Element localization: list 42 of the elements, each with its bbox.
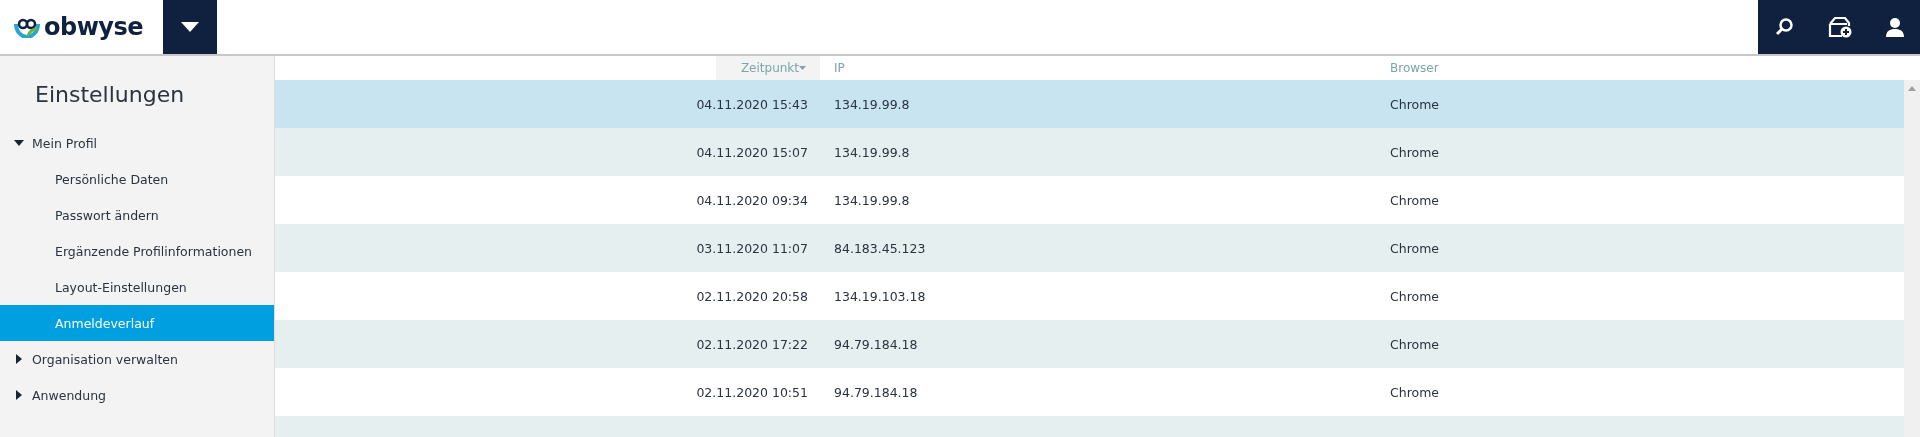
table-row[interactable]: 04.11.2020 15:07 134.19.99.8 Chrome (275, 128, 1904, 176)
logo-icon (14, 16, 40, 38)
table-cell-text: Chrome (1389, 240, 1441, 256)
table-cell-text: Chrome (1389, 384, 1441, 400)
table-cell-text: 134.19.99.8 (833, 96, 911, 112)
table-cell-text: 134.19.103.18 (833, 288, 927, 304)
table-cell-text: 134.19.99.8 (833, 192, 911, 208)
table-cell-text: Chrome (1389, 288, 1441, 304)
table-cell-text: 04.11.2020 09:34 (695, 192, 809, 208)
table-cell-text: Chrome (1389, 96, 1441, 112)
table-cell-text: 02.11.2020 10:51 (695, 384, 809, 400)
sidebar-item[interactable]: Layout-Einstellungen (0, 269, 274, 305)
table-cell-text: 02.11.2020 17:22 (695, 336, 809, 352)
table-row[interactable]: 03.11.2020 11:07 84.183.45.123 Chrome (275, 224, 1904, 272)
table-cell-text: 02.11.2020 20:58 (695, 288, 809, 304)
table-cell-text: Chrome (1389, 192, 1441, 208)
table-cell-text: 134.19.99.8 (833, 144, 911, 160)
caret-right-icon (14, 390, 24, 400)
sidebar-item[interactable]: Anwendung (0, 377, 274, 413)
table-cell-text: 84.183.45.123 (833, 240, 927, 256)
table-cell-text: 94.79.184.18 (833, 336, 919, 352)
sidebar-item[interactable]: Persönliche Daten (0, 161, 274, 197)
sidebar-item[interactable]: Passwort ändern (0, 197, 274, 233)
sidebar-title: Einstellungen (34, 81, 186, 109)
sort-caret-icon (799, 66, 806, 70)
table-cell-text: 94.79.184.18 (833, 384, 919, 400)
sidebar-item[interactable]: Ergänzende Profilinformationen (0, 233, 274, 269)
caret-down-icon (181, 22, 199, 32)
table-row[interactable]: 02.11.2020 17:22 94.79.184.18 Chrome (275, 320, 1904, 368)
menu-dropdown-button[interactable] (163, 0, 217, 54)
table-cell-text: Chrome (1389, 336, 1441, 352)
table-cell-text: Chrome (1389, 144, 1441, 160)
sidebar-item[interactable]: Mein Profil (0, 125, 274, 161)
table-row[interactable]: 04.11.2020 15:43 134.19.99.8 Chrome (275, 80, 1904, 128)
caret-right-icon (14, 354, 24, 364)
scrollbar[interactable] (1904, 80, 1920, 437)
table-cell-text: 03.11.2020 11:07 (695, 240, 809, 256)
caret-down-icon (14, 138, 24, 148)
table-cell-text: 04.11.2020 15:43 (695, 96, 809, 112)
sidebar-item[interactable]: Organisation verwalten (0, 341, 274, 377)
logo-text: obwyse (44, 13, 144, 41)
table-cell-text: 04.11.2020 15:07 (695, 144, 809, 160)
